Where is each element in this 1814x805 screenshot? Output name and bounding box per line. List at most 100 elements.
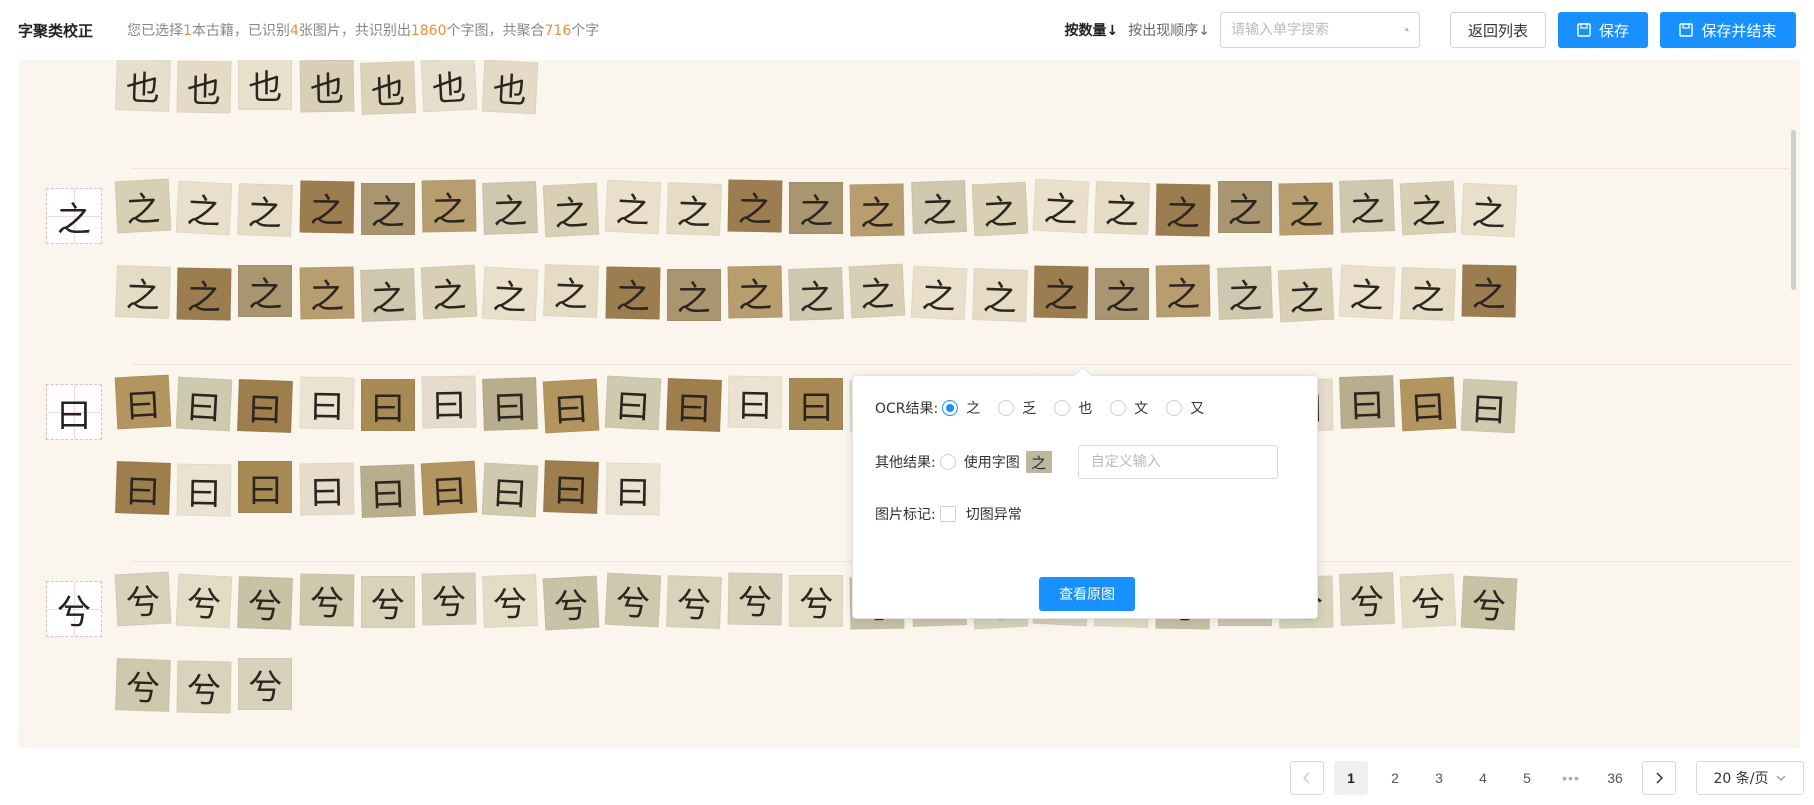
glyph-image[interactable]: 兮: [238, 658, 293, 710]
glyph-image[interactable]: 之: [665, 182, 722, 236]
glyph-image[interactable]: 之: [727, 179, 783, 233]
glyph-image[interactable]: 之: [359, 268, 416, 322]
glyph-image[interactable]: 之: [543, 182, 600, 238]
glyph-image[interactable]: 兮: [1461, 575, 1518, 631]
glyph-image[interactable]: 之: [971, 268, 1028, 322]
glyph-image[interactable]: 之: [543, 264, 600, 318]
glyph-image[interactable]: 之: [175, 180, 233, 236]
glyph-image[interactable]: 之: [849, 263, 906, 319]
glyph-image[interactable]: 曰: [727, 375, 783, 429]
sort-by-count[interactable]: 按数量↓: [1065, 20, 1119, 40]
search-icon[interactable]: [1405, 22, 1409, 38]
glyph-image[interactable]: 之: [789, 182, 844, 234]
page-number[interactable]: 2: [1378, 761, 1412, 795]
ocr-option-radio[interactable]: 乏: [998, 398, 1036, 418]
page-ellipsis[interactable]: •••: [1554, 761, 1588, 795]
page-last[interactable]: 36: [1598, 761, 1632, 795]
glyph-image[interactable]: 也: [359, 61, 416, 115]
glyph-image[interactable]: 之: [299, 180, 355, 234]
search-input[interactable]: [1231, 22, 1405, 38]
glyph-image[interactable]: 兮: [115, 658, 171, 712]
glyph-image[interactable]: 兮: [175, 573, 233, 629]
sort-by-order[interactable]: 按出现顺序↓: [1128, 20, 1210, 40]
glyph-image[interactable]: 曰: [176, 463, 232, 517]
glyph-image[interactable]: 之: [1277, 267, 1335, 323]
glyph-image[interactable]: 之: [1461, 182, 1518, 238]
glyph-image[interactable]: 之: [114, 178, 172, 234]
glyph-image[interactable]: 兮: [299, 573, 355, 627]
glyph-image[interactable]: 之: [360, 183, 415, 235]
custom-input[interactable]: [1077, 445, 1278, 479]
cluster-head-char[interactable]: 兮: [46, 581, 102, 637]
glyph-image[interactable]: 之: [910, 180, 967, 234]
save-button[interactable]: 保存: [1558, 12, 1648, 48]
save-and-finish-button[interactable]: 保存并结束: [1660, 12, 1796, 48]
glyph-image[interactable]: 兮: [1399, 573, 1457, 629]
cluster-head-char[interactable]: 之: [46, 188, 102, 244]
glyph-image[interactable]: 曰: [359, 464, 416, 518]
glyph-image[interactable]: 曰: [543, 460, 600, 514]
glyph-image[interactable]: 之: [666, 269, 721, 321]
glyph-image[interactable]: 之: [238, 265, 293, 317]
glyph-image[interactable]: 之: [605, 266, 661, 320]
glyph-image[interactable]: 兮: [665, 575, 722, 629]
glyph-image[interactable]: 之: [727, 265, 783, 319]
ocr-option-radio[interactable]: 也: [1054, 398, 1092, 418]
view-original-button[interactable]: 查看原图: [1039, 577, 1135, 611]
glyph-image[interactable]: 之: [299, 266, 355, 320]
glyph-image[interactable]: 曰: [481, 462, 539, 518]
glyph-image[interactable]: 之: [1094, 181, 1151, 235]
glyph-image[interactable]: 也: [481, 60, 539, 115]
glyph-image[interactable]: 曰: [605, 462, 661, 516]
glyph-image[interactable]: 之: [910, 265, 967, 321]
glyph-image[interactable]: 曰: [360, 379, 415, 431]
glyph-image[interactable]: 之: [971, 181, 1029, 237]
glyph-image[interactable]: 之: [1278, 182, 1334, 236]
glyph-image[interactable]: 之: [237, 183, 294, 237]
glyph-image[interactable]: 兮: [789, 575, 844, 627]
page-number[interactable]: 4: [1466, 761, 1500, 795]
glyph-image[interactable]: 曰: [237, 379, 294, 433]
page-number[interactable]: 1: [1334, 761, 1368, 795]
ocr-option-radio[interactable]: 又: [1166, 398, 1204, 418]
glyph-image[interactable]: 兮: [360, 576, 415, 628]
glyph-image[interactable]: 之: [420, 264, 478, 320]
glyph-image[interactable]: 之: [1399, 180, 1457, 236]
glyph-image[interactable]: 兮: [482, 574, 539, 628]
glyph-image[interactable]: 曰: [299, 462, 355, 516]
glyph-image[interactable]: 也: [299, 60, 355, 113]
glyph-image[interactable]: 曰: [789, 378, 844, 430]
glyph-image[interactable]: 也: [420, 60, 478, 113]
glyph-image[interactable]: 之: [481, 266, 539, 322]
glyph-image[interactable]: 曰: [421, 375, 477, 429]
glyph-image[interactable]: 之: [421, 179, 477, 233]
crop-error-checkbox[interactable]: [939, 506, 956, 522]
prev-page-button[interactable]: [1290, 761, 1324, 795]
glyph-image[interactable]: 兮: [604, 572, 661, 628]
glyph-image[interactable]: 兮: [543, 575, 600, 631]
use-glyph-radio[interactable]: 使用字图 之: [939, 451, 1052, 473]
glyph-image[interactable]: 之: [176, 267, 232, 321]
glyph-image[interactable]: 曰: [543, 378, 600, 434]
glyph-image[interactable]: 之: [482, 181, 539, 235]
glyph-image[interactable]: 之: [1339, 179, 1395, 233]
glyph-image[interactable]: 之: [1033, 265, 1089, 319]
glyph-image[interactable]: 曰: [1461, 378, 1518, 434]
glyph-image[interactable]: 兮: [1339, 572, 1395, 626]
glyph-image[interactable]: 之: [1155, 264, 1211, 318]
glyph-image[interactable]: 曰: [665, 378, 722, 432]
glyph-image[interactable]: 曰: [114, 374, 172, 430]
glyph-image[interactable]: 也: [238, 60, 293, 110]
glyph-image[interactable]: 兮: [114, 571, 172, 627]
glyph-image[interactable]: 曰: [604, 375, 661, 431]
glyph-image[interactable]: 之: [788, 267, 845, 321]
glyph-image[interactable]: 之: [1217, 181, 1272, 233]
glyph-image[interactable]: 之: [1338, 264, 1396, 320]
glyph-image[interactable]: 之: [1400, 267, 1457, 321]
glyph-image[interactable]: 曰: [1399, 376, 1457, 432]
glyph-image[interactable]: 兮: [237, 576, 294, 630]
scrollbar[interactable]: [1791, 130, 1796, 290]
glyph-image[interactable]: 兮: [176, 660, 232, 714]
glyph-image[interactable]: 之: [849, 183, 905, 237]
glyph-image[interactable]: 曰: [115, 461, 171, 515]
